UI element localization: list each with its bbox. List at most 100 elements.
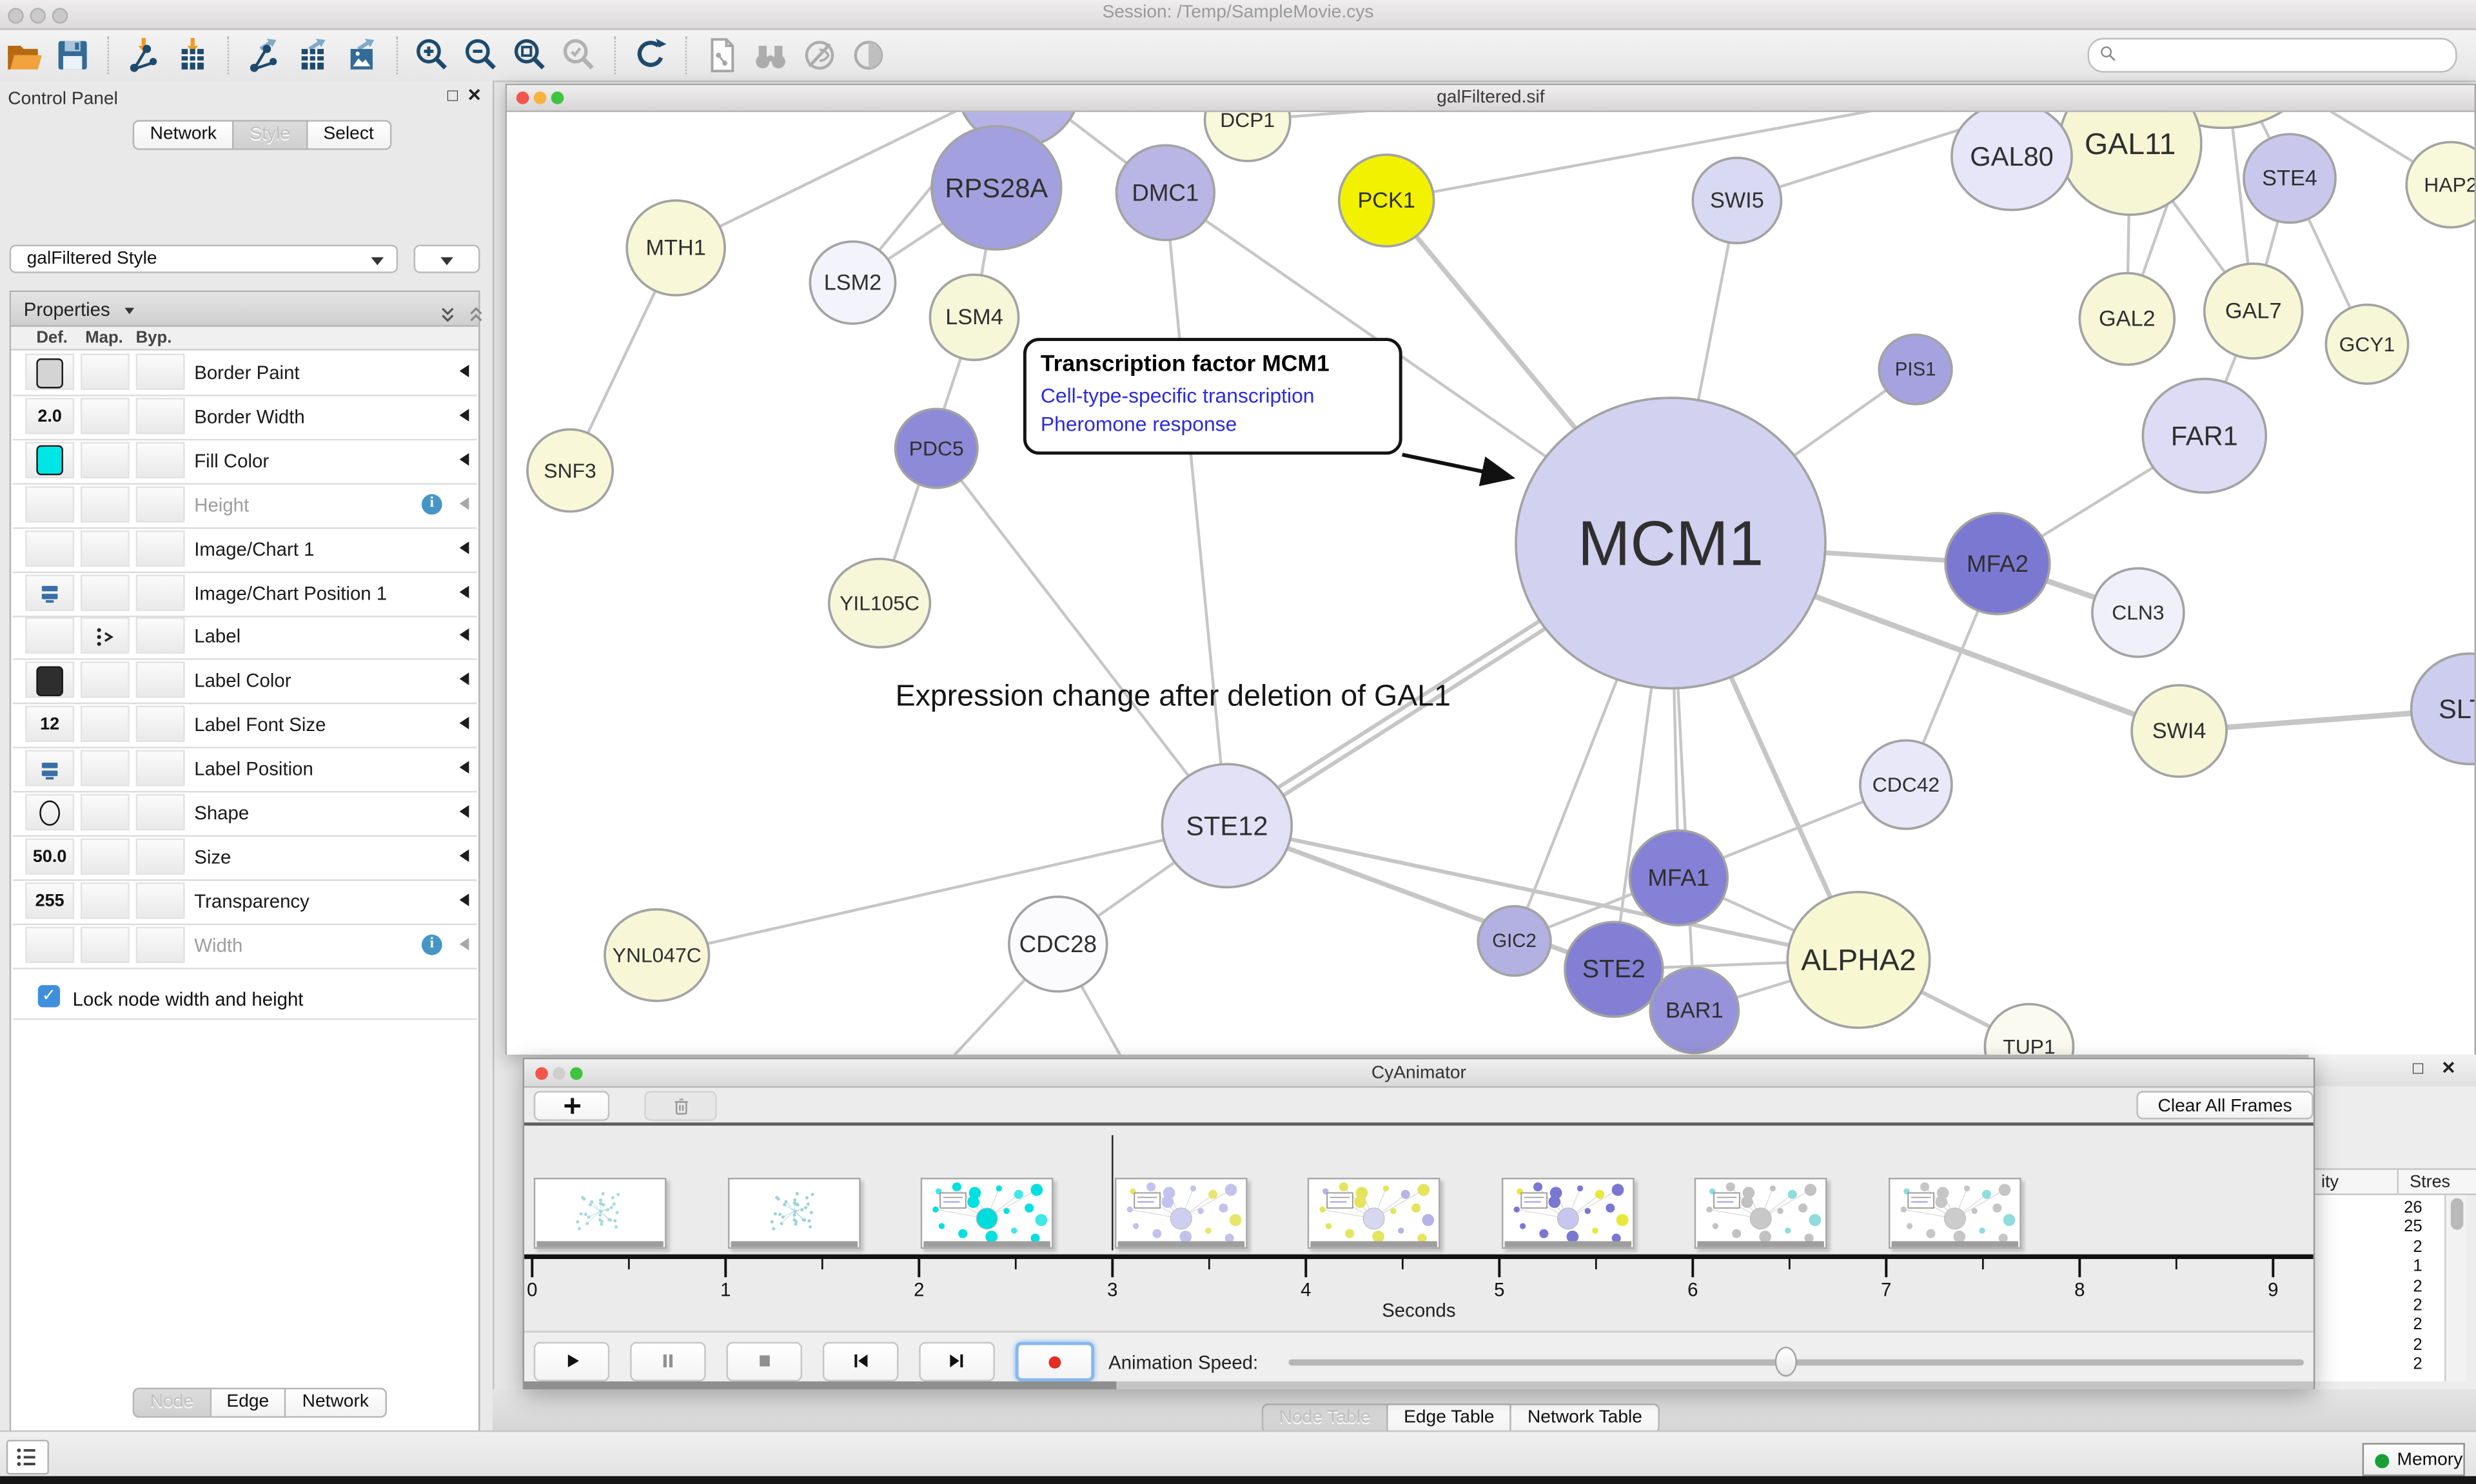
property-cell[interactable] [25,926,74,962]
property-cell[interactable]: 255 [25,882,74,918]
property-cell[interactable] [25,354,74,390]
timeline-scrollbar[interactable] [524,1381,2314,1389]
show-panels-button[interactable] [6,1440,49,1474]
disclosure-icon[interactable] [453,893,469,906]
property-row-height[interactable]: Heighti [13,483,477,529]
disclosure-icon[interactable] [453,717,469,730]
property-cell[interactable] [136,750,185,786]
network-document-icon[interactable] [701,35,743,76]
frame-thumbnail-7[interactable] [1695,1178,1827,1249]
property-cell[interactable] [25,750,74,786]
annotation-link[interactable]: Pheromone response [1041,411,1385,439]
play-button[interactable] [534,1342,610,1381]
zoom-fit-icon[interactable] [510,35,553,76]
table-cell[interactable]: 1 [2308,1257,2422,1276]
skip-to-end-button[interactable] [919,1342,995,1381]
property-cell[interactable] [25,486,74,522]
property-cell[interactable] [136,530,185,566]
property-cell[interactable] [136,354,185,390]
delete-frame-button[interactable] [644,1091,717,1121]
table-column-header[interactable]: ity Stres [2308,1168,2476,1195]
property-row-label-position[interactable]: Label Position [13,747,477,793]
property-row-width[interactable]: Widthi [13,923,477,969]
property-cell[interactable] [81,574,130,610]
property-row-size[interactable]: 50.0Size [13,835,477,881]
disclosure-icon[interactable] [453,453,469,465]
disclosure-icon[interactable] [453,937,469,950]
table-cell[interactable]: 2 [2308,1296,2422,1315]
open-folder-icon[interactable] [3,35,46,76]
property-cell[interactable] [136,838,185,874]
properties-header[interactable]: Properties [11,292,478,327]
property-cell[interactable] [136,794,185,830]
property-row-fill-color[interactable]: Fill Color [13,438,477,484]
property-cell[interactable] [81,662,130,698]
edge-PDC5-STE12[interactable] [936,449,1227,826]
property-cell[interactable]: 50.0 [25,838,74,874]
disclosure-icon[interactable] [453,805,469,818]
property-cell[interactable] [81,354,130,390]
property-cell[interactable] [136,442,185,478]
record-button[interactable] [1016,1342,1094,1381]
float-table-panel-icon[interactable]: □ [2413,1061,2423,1079]
disclosure-icon[interactable] [453,629,469,642]
property-cell[interactable] [136,662,185,698]
skip-to-start-button[interactable] [823,1342,899,1381]
tab-style[interactable]: Style [234,120,308,150]
frame-thumbnail-6[interactable] [1501,1178,1634,1249]
disclosure-icon[interactable] [453,497,469,510]
table-cell[interactable]: 2 [2308,1316,2422,1334]
tab-network[interactable]: Network [133,120,234,150]
property-cell[interactable] [136,398,185,434]
export-network-icon[interactable] [243,35,286,76]
table-scrollbar[interactable] [2444,1195,2466,1381]
disclosure-icon[interactable] [453,849,469,862]
table-cell[interactable]: 26 [2308,1198,2422,1217]
disclosure-icon[interactable] [453,409,469,422]
refresh-icon[interactable] [630,35,673,76]
zoom-in-icon[interactable] [412,35,455,76]
show-icon[interactable] [848,35,890,76]
tab-node-table[interactable]: Node Table [1262,1403,1388,1434]
style-select[interactable]: galFiltered Style [10,245,398,273]
float-panel-icon[interactable]: □ [447,88,458,106]
pause-button[interactable] [630,1342,706,1381]
property-row-image-chart-1[interactable]: Image/Chart 1 [13,527,477,572]
frame-thumbnail-5[interactable] [1308,1178,1440,1249]
lock-checkbox[interactable]: ✓ [38,984,60,1006]
frame-thumbnail-8[interactable] [1888,1178,2021,1249]
property-cell[interactable] [136,926,185,962]
property-cell[interactable] [81,442,130,478]
hide-icon[interactable] [799,35,841,76]
property-cell[interactable] [136,706,185,742]
import-network-icon[interactable] [123,35,166,76]
import-table-icon[interactable] [172,35,215,76]
disclosure-icon[interactable] [453,761,469,774]
tab-edge-table[interactable]: Edge Table [1388,1403,1512,1434]
close-table-panel-icon[interactable]: ✕ [2441,1061,2456,1079]
property-cell[interactable] [81,882,130,918]
property-cell[interactable] [81,530,130,566]
network-canvas[interactable]: GAL11GAL80DCP1RPS28ADMC1MTH1LSM2LSM4PCK1… [507,112,2474,1055]
animation-speed-slider-knob[interactable] [1775,1347,1797,1377]
property-row-label-font-size[interactable]: 12Label Font Size [13,703,477,748]
frame-thumbnail-1[interactable] [534,1178,667,1249]
info-icon[interactable]: i [422,494,442,515]
cyanimator-timeline[interactable]: 0123456789 Seconds [524,1129,2314,1331]
add-frame-button[interactable] [534,1091,610,1121]
table-cell[interactable]: 2 [2308,1355,2422,1374]
export-image-icon[interactable] [341,35,384,76]
property-cell[interactable] [25,618,74,654]
property-cell[interactable] [136,882,185,918]
property-row-border-width[interactable]: 2.0Border Width [13,395,477,440]
property-cell[interactable] [25,530,74,566]
table-cell[interactable]: 2 [2308,1276,2422,1295]
property-cell[interactable] [81,706,130,742]
property-cell[interactable] [81,794,130,830]
frame-thumbnail-4[interactable] [1114,1178,1247,1249]
disclosure-icon[interactable] [453,365,469,378]
property-row-label[interactable]: Label [13,615,477,661]
disclosure-icon[interactable] [453,585,469,598]
property-cell[interactable] [81,486,130,522]
save-icon[interactable] [52,35,95,76]
